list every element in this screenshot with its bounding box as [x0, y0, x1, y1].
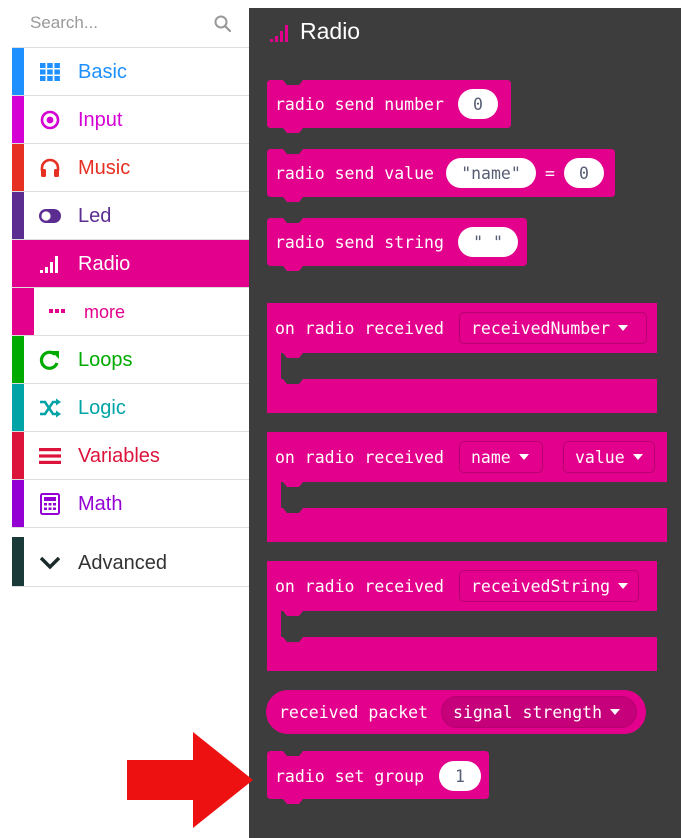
- search-icon[interactable]: [213, 14, 233, 34]
- category-color-bar: [12, 336, 24, 383]
- target-icon: [40, 110, 60, 130]
- block-text: radio send string: [275, 233, 444, 252]
- toolbox-separator: [12, 527, 249, 533]
- category-radio[interactable]: Radio: [12, 240, 249, 288]
- block-text: on radio received: [275, 319, 444, 338]
- category-label: Advanced: [78, 552, 167, 574]
- received-number-dropdown[interactable]: receivedNumber: [459, 312, 647, 344]
- category-color-bar: [12, 480, 24, 527]
- category-loops[interactable]: Loops: [12, 336, 249, 384]
- headphones-icon: [40, 158, 60, 177]
- category-music[interactable]: Music: [12, 144, 249, 192]
- block-received-packet[interactable]: received packet signal strength: [266, 690, 646, 734]
- block-text: radio send number: [275, 95, 444, 114]
- category-led[interactable]: Led: [12, 192, 249, 240]
- category-label: Math: [78, 493, 123, 515]
- received-string-dropdown[interactable]: receivedString: [459, 570, 639, 602]
- caret-down-icon: [518, 454, 529, 460]
- search-box[interactable]: Search...: [12, 0, 249, 48]
- caret-down-icon: [618, 583, 629, 589]
- value-input[interactable]: 0: [564, 158, 604, 188]
- category-radio-more[interactable]: more: [12, 288, 249, 336]
- string-input[interactable]: " ": [458, 227, 518, 257]
- caret-down-icon: [618, 325, 629, 331]
- chevron-down-icon: [39, 556, 61, 570]
- dropdown-value: value: [575, 447, 625, 467]
- category-color-bar: [12, 288, 34, 335]
- block-on-radio-received-number[interactable]: on radio received receivedNumber: [267, 303, 657, 415]
- category-label: Basic: [78, 61, 127, 83]
- dropdown-value: signal strength: [453, 702, 603, 722]
- block-radio-send-value[interactable]: radio send value "name" = 0: [267, 149, 615, 202]
- toggle-icon: [39, 209, 61, 223]
- name-input[interactable]: "name": [446, 158, 536, 188]
- category-label: Led: [78, 205, 112, 227]
- dropdown-value: name: [471, 447, 511, 467]
- block-text: radio set group: [275, 767, 425, 786]
- category-color-bar: [12, 96, 24, 143]
- value-dropdown[interactable]: value: [563, 441, 655, 473]
- equals-sign: =: [545, 164, 555, 183]
- category-color-bar: [12, 144, 24, 191]
- category-color-bar: [12, 192, 24, 239]
- dropdown-value: receivedString: [471, 576, 611, 596]
- ellipsis-icon: [49, 309, 65, 313]
- category-color-bar: [12, 48, 24, 95]
- category-advanced[interactable]: Advanced: [12, 537, 249, 587]
- calculator-icon: [40, 493, 60, 515]
- loop-icon: [39, 350, 59, 370]
- block-radio-set-group[interactable]: radio set group 1: [267, 751, 489, 804]
- category-color-bar: [12, 537, 24, 586]
- category-color-bar: [12, 432, 24, 479]
- block-text: on radio received: [275, 448, 444, 467]
- packet-property-dropdown[interactable]: signal strength: [441, 696, 637, 728]
- block-text: on radio received: [275, 577, 444, 596]
- category-basic[interactable]: Basic: [12, 48, 249, 96]
- block-radio-send-string[interactable]: radio send string " ": [267, 218, 527, 271]
- list-icon: [39, 448, 61, 464]
- category-logic[interactable]: Logic: [12, 384, 249, 432]
- category-label: Loops: [78, 349, 133, 371]
- grid-icon: [40, 63, 60, 81]
- category-label: Logic: [78, 397, 126, 419]
- name-dropdown[interactable]: name: [459, 441, 543, 473]
- category-label: Music: [78, 157, 131, 179]
- category-color-bar: [12, 384, 24, 431]
- number-input[interactable]: 0: [458, 89, 498, 119]
- category-math[interactable]: Math: [12, 480, 249, 528]
- signal-bars-icon: [40, 256, 58, 273]
- signal-bars-icon: [270, 25, 288, 42]
- block-on-radio-received-string[interactable]: on radio received receivedString: [267, 561, 657, 673]
- caret-down-icon: [632, 454, 643, 460]
- dropdown-value: receivedNumber: [471, 318, 611, 338]
- category-input[interactable]: Input: [12, 96, 249, 144]
- category-label: more: [84, 302, 126, 322]
- category-label: Input: [78, 109, 123, 131]
- flyout-title: Radio: [300, 18, 361, 44]
- caret-down-icon: [610, 709, 621, 715]
- red-arrow-icon: [127, 732, 253, 828]
- search-input[interactable]: Search...: [30, 13, 98, 33]
- block-radio-send-number[interactable]: radio send number 0: [267, 80, 511, 133]
- category-label: Variables: [78, 445, 160, 467]
- toolbox-sidebar: Search... Basic Input Music Led Radio mo…: [12, 0, 249, 838]
- block-text: radio send value: [275, 164, 434, 183]
- shuffle-icon: [40, 398, 61, 418]
- category-label: Radio: [78, 253, 131, 275]
- category-variables[interactable]: Variables: [12, 432, 249, 480]
- block-text: received packet: [279, 703, 429, 722]
- group-number-input[interactable]: 1: [439, 761, 481, 791]
- block-on-radio-received-value[interactable]: on radio received name value: [267, 432, 667, 544]
